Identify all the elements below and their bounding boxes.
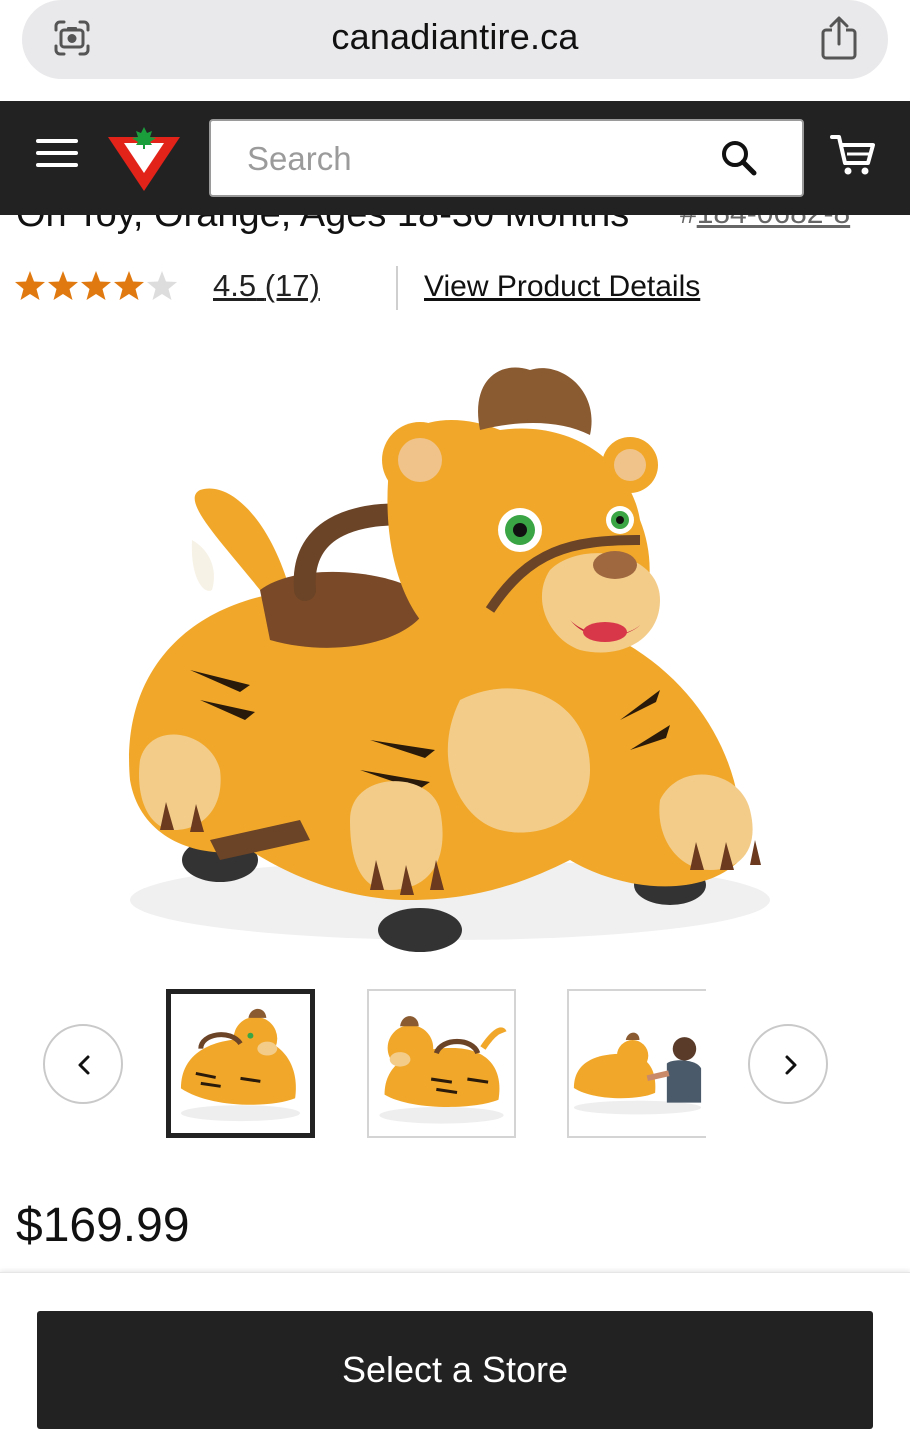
thumbnail-image [180, 1008, 301, 1122]
carousel-thumbnail[interactable] [367, 989, 516, 1138]
star-empty-icon [147, 271, 177, 300]
search-input[interactable] [247, 135, 707, 183]
carousel-thumbnail[interactable] [567, 989, 706, 1138]
carousel-next-button[interactable] [748, 1024, 828, 1104]
carousel-prev-button[interactable] [43, 1024, 123, 1104]
star-icon [81, 271, 111, 300]
canadian-tire-logo[interactable] [106, 125, 182, 193]
select-store-button[interactable]: Select a Store [37, 1311, 873, 1429]
address-field[interactable]: canadiantire.ca [22, 0, 888, 79]
search-icon[interactable] [720, 139, 758, 177]
star-icon [48, 271, 78, 300]
browser-url-bar: canadiantire.ca [0, 0, 910, 100]
view-product-details-link[interactable]: View Product Details [424, 270, 700, 304]
hamburger-menu-icon[interactable] [36, 139, 78, 171]
thumbnail-image [573, 1032, 702, 1115]
product-image[interactable] [100, 340, 800, 960]
chevron-right-icon [785, 1055, 797, 1075]
site-header [0, 101, 910, 215]
review-count: (17) [264, 268, 320, 303]
carousel-thumbnail[interactable] [166, 989, 315, 1138]
star-icon [114, 271, 144, 300]
cart-icon[interactable] [830, 133, 876, 177]
bottom-action-bar: Select a Store [0, 1272, 910, 1440]
url-text[interactable]: canadiantire.ca [22, 16, 888, 58]
rating-row: 4.5 (17) View Product Details [14, 266, 894, 310]
product-price: $169.99 [16, 1199, 190, 1252]
image-carousel [0, 985, 910, 1145]
search-box[interactable] [209, 119, 804, 197]
rating-link[interactable]: 4.5 (17) [213, 268, 320, 304]
star-rating[interactable] [14, 270, 180, 302]
divider [396, 266, 398, 310]
rating-value: 4.5 [213, 268, 257, 303]
thumbnail-image [379, 1016, 507, 1124]
share-icon[interactable] [820, 16, 858, 60]
chevron-left-icon [78, 1055, 90, 1075]
star-icon [15, 271, 45, 300]
